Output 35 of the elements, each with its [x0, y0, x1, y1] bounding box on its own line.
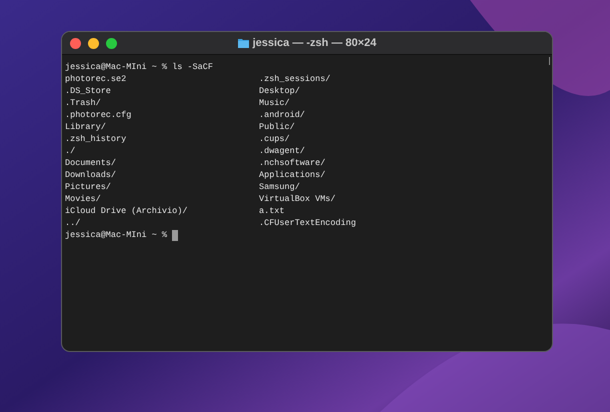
file-name: .photorec.cfg — [65, 109, 132, 121]
file-name: Movies/ — [65, 193, 102, 205]
file-name: .Trash/ — [65, 97, 102, 109]
command-line: jessica@Mac-MIni ~ % ls -SaCF — [65, 61, 214, 73]
file-name: a.txt — [259, 205, 286, 217]
file-name: photorec.se2 — [65, 73, 128, 85]
file-name: .zsh_history — [65, 133, 128, 145]
file-name: .CFUserTextEncoding — [259, 217, 357, 229]
file-name: Samsung/ — [259, 181, 301, 193]
file-name: Applications/ — [259, 169, 326, 181]
file-name: .dwagent/ — [259, 145, 306, 157]
file-name: .zsh_sessions/ — [259, 73, 332, 85]
file-name: .DS_Store — [65, 85, 112, 97]
file-name: Public/ — [259, 121, 296, 133]
minimize-button[interactable] — [88, 38, 99, 48]
zoom-button[interactable] — [106, 38, 117, 48]
file-name: ../ — [65, 217, 82, 229]
shell-prompt: jessica@Mac-MIni ~ % — [65, 229, 168, 241]
file-name: Downloads/ — [65, 169, 118, 181]
text-cursor — [172, 230, 178, 240]
window-title: jessica — -zsh — 80×24 — [252, 37, 376, 49]
file-name: iCloud Drive (Archivio)/ — [65, 205, 188, 217]
file-name: Pictures/ — [65, 181, 112, 193]
file-name: ./ — [65, 145, 76, 157]
file-name: .nchsoftware/ — [259, 157, 326, 169]
file-name: .cups/ — [259, 133, 291, 145]
file-name: .android/ — [259, 109, 306, 121]
folder-icon — [238, 38, 249, 48]
file-name: Documents/ — [65, 157, 118, 169]
file-name: VirtualBox VMs/ — [259, 193, 337, 205]
file-name: Library/ — [65, 121, 107, 133]
file-name: Music/ — [259, 97, 291, 109]
scroll-indicator — [549, 57, 550, 65]
close-button[interactable] — [70, 38, 81, 48]
file-name: Desktop/ — [259, 85, 301, 97]
